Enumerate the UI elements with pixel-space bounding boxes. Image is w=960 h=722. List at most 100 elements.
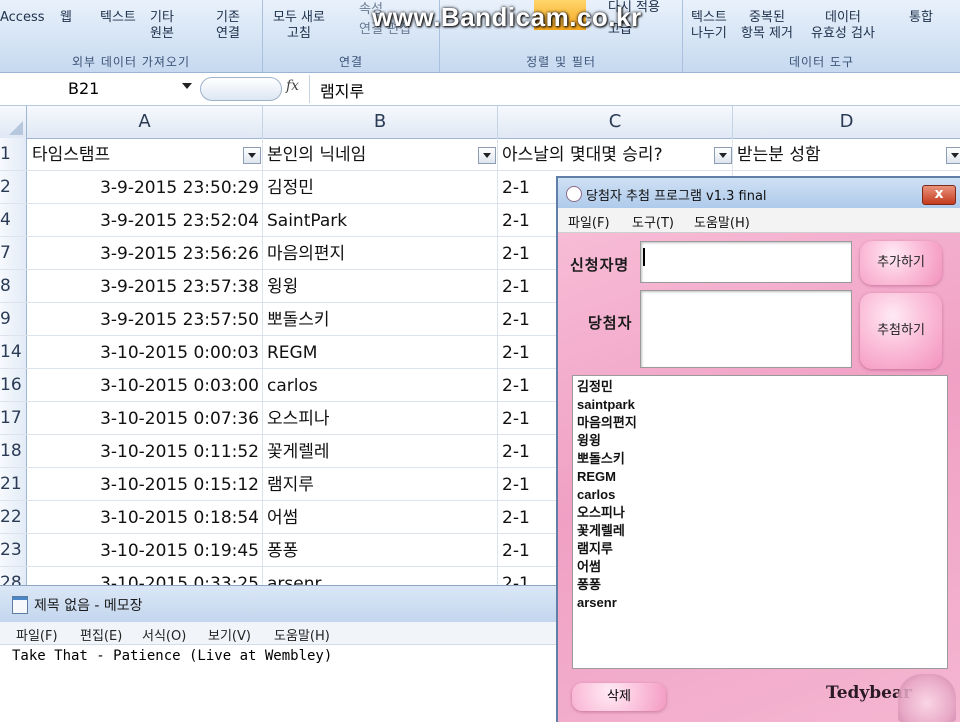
row-header[interactable]: 16 — [0, 369, 27, 401]
nickname-cell[interactable]: 꽃게렐레 — [267, 435, 495, 467]
score-cell[interactable]: 2-1 — [502, 435, 552, 467]
score-cell[interactable]: 2-1 — [502, 501, 552, 533]
formula-input[interactable]: 램지루 — [320, 78, 364, 102]
row-header[interactable]: 2 — [0, 171, 27, 203]
notepad-text-area[interactable]: Take That - Patience (Live at Wembley) — [12, 648, 332, 664]
remove-duplicates-button[interactable]: 중복된 항목 제거 — [741, 10, 793, 42]
list-item[interactable]: 꽃게렐레 — [573, 522, 637, 540]
access-button[interactable]: Access — [0, 10, 45, 26]
score-cell[interactable]: 2-1 — [502, 402, 552, 434]
nickname-cell[interactable]: carlos — [267, 369, 495, 401]
list-item[interactable]: 램지루 — [573, 540, 637, 558]
list-item[interactable]: 마음의편지 — [573, 414, 637, 432]
timestamp-cell[interactable]: 3-10-2015 0:18:54 — [27, 501, 259, 533]
text-to-columns-button[interactable]: 텍스트 나누기 — [691, 10, 727, 42]
header-cell-timestamp[interactable]: 타임스탬프 — [32, 138, 242, 170]
applicant-input[interactable] — [640, 241, 852, 283]
menu-help[interactable]: 도움말(H) — [274, 625, 330, 644]
score-cell[interactable]: 2-1 — [502, 567, 552, 585]
row-header[interactable]: 4 — [0, 204, 27, 236]
select-all-button[interactable] — [0, 106, 27, 138]
filter-dropdown-button[interactable] — [243, 147, 261, 164]
menu-file[interactable]: 파일(F) — [16, 625, 58, 644]
nickname-cell[interactable]: 김정민 — [267, 171, 495, 203]
refresh-all-button[interactable]: 모두 새로 고침 — [273, 10, 325, 42]
insert-function-button[interactable]: fx — [286, 78, 299, 94]
score-cell[interactable]: 2-1 — [502, 369, 552, 401]
list-item[interactable]: 뽀돌스키 — [573, 450, 637, 468]
column-header-b[interactable]: B — [263, 106, 498, 138]
filter-dropdown-button[interactable] — [478, 147, 496, 164]
filter-active-button[interactable] — [714, 147, 732, 164]
score-cell[interactable]: 2-1 — [502, 534, 552, 566]
menu-format[interactable]: 서식(O) — [142, 625, 186, 644]
list-item[interactable]: 김정민 — [573, 378, 637, 396]
nickname-cell[interactable]: 뽀돌스키 — [267, 303, 495, 335]
list-item[interactable]: 퐁퐁 — [573, 576, 637, 594]
nickname-cell[interactable]: 램지루 — [267, 468, 495, 500]
filter-dropdown-button[interactable] — [946, 147, 960, 164]
score-cell[interactable]: 2-1 — [502, 204, 552, 236]
header-cell-recipient[interactable]: 받는분 성함 — [737, 138, 937, 170]
nickname-cell[interactable]: 마음의편지 — [267, 237, 495, 269]
list-item[interactable]: arsenr — [573, 594, 637, 612]
add-button[interactable]: 추가하기 — [860, 241, 942, 285]
list-item[interactable]: saintpark — [573, 396, 637, 414]
column-header-d[interactable]: D — [733, 106, 960, 138]
menu-tools[interactable]: 도구(T) — [632, 212, 674, 231]
row-header[interactable]: 9 — [0, 303, 27, 335]
menu-file[interactable]: 파일(F) — [568, 212, 610, 231]
menu-edit[interactable]: 편집(E) — [80, 625, 122, 644]
existing-connections-button[interactable]: 기존 연결 — [216, 10, 240, 42]
column-header-a[interactable]: A — [27, 106, 263, 138]
row-header[interactable]: 18 — [0, 435, 27, 467]
score-cell[interactable]: 2-1 — [502, 237, 552, 269]
menu-view[interactable]: 보기(V) — [208, 625, 251, 644]
other-sources-button[interactable]: 기타 원본 — [150, 10, 174, 42]
timestamp-cell[interactable]: 3-9-2015 23:50:29 — [27, 171, 259, 203]
nickname-cell[interactable]: arsenr — [267, 567, 495, 585]
timestamp-cell[interactable]: 3-10-2015 0:15:12 — [27, 468, 259, 500]
row-header[interactable]: 7 — [0, 237, 27, 269]
chevron-down-icon[interactable] — [182, 83, 192, 89]
draw-button[interactable]: 추첨하기 — [860, 293, 942, 369]
header-cell-score[interactable]: 아스날의 몇대몇 승리? — [502, 138, 714, 170]
list-item[interactable]: 어썸 — [573, 558, 637, 576]
column-header-c[interactable]: C — [498, 106, 733, 138]
timestamp-cell[interactable]: 3-9-2015 23:56:26 — [27, 237, 259, 269]
dialog-titlebar[interactable]: 당첨자 추첨 프로그램 v1.3 final x — [558, 178, 960, 208]
data-validation-button[interactable]: 데이터 유효성 검사 — [811, 10, 875, 42]
timestamp-cell[interactable]: 3-10-2015 0:07:36 — [27, 402, 259, 434]
list-item[interactable]: REGM — [573, 468, 637, 486]
timestamp-cell[interactable]: 3-9-2015 23:57:38 — [27, 270, 259, 302]
timestamp-cell[interactable]: 3-10-2015 0:19:45 — [27, 534, 259, 566]
row-header[interactable]: 22 — [0, 501, 27, 533]
row-header[interactable]: 17 — [0, 402, 27, 434]
row-header[interactable]: 23 — [0, 534, 27, 566]
nickname-cell[interactable]: 윙윙 — [267, 270, 495, 302]
timestamp-cell[interactable]: 3-10-2015 0:03:00 — [27, 369, 259, 401]
score-cell[interactable]: 2-1 — [502, 336, 552, 368]
consolidate-button[interactable]: 통합 — [909, 10, 933, 26]
header-cell-nickname[interactable]: 본인의 닉네임 — [267, 138, 477, 170]
nickname-cell[interactable]: 퐁퐁 — [267, 534, 495, 566]
applicant-list[interactable]: 김정민 saintpark 마음의편지 윙윙 뽀돌스키 REGM carlos … — [572, 375, 948, 669]
row-header[interactable]: 1 — [0, 138, 27, 170]
score-cell[interactable]: 2-1 — [502, 171, 552, 203]
notepad-titlebar[interactable]: 제목 없음 - 메모장 — [0, 586, 556, 622]
text-button[interactable]: 텍스트 — [100, 10, 136, 26]
formula-bar-splitter[interactable] — [200, 77, 282, 101]
timestamp-cell[interactable]: 3-9-2015 23:52:04 — [27, 204, 259, 236]
row-header[interactable]: 14 — [0, 336, 27, 368]
timestamp-cell[interactable]: 3-10-2015 0:00:03 — [27, 336, 259, 368]
name-box[interactable]: B21 — [0, 77, 196, 101]
timestamp-cell[interactable]: 3-10-2015 0:33:25 — [27, 567, 259, 585]
nickname-cell[interactable]: REGM — [267, 336, 495, 368]
menu-help[interactable]: 도움말(H) — [694, 212, 750, 231]
list-item[interactable]: 오스피나 — [573, 504, 637, 522]
close-button[interactable]: x — [922, 185, 956, 205]
web-button[interactable]: 웹 — [60, 10, 72, 26]
nickname-cell[interactable]: 어썸 — [267, 501, 495, 533]
list-item[interactable]: 윙윙 — [573, 432, 637, 450]
score-cell[interactable]: 2-1 — [502, 270, 552, 302]
